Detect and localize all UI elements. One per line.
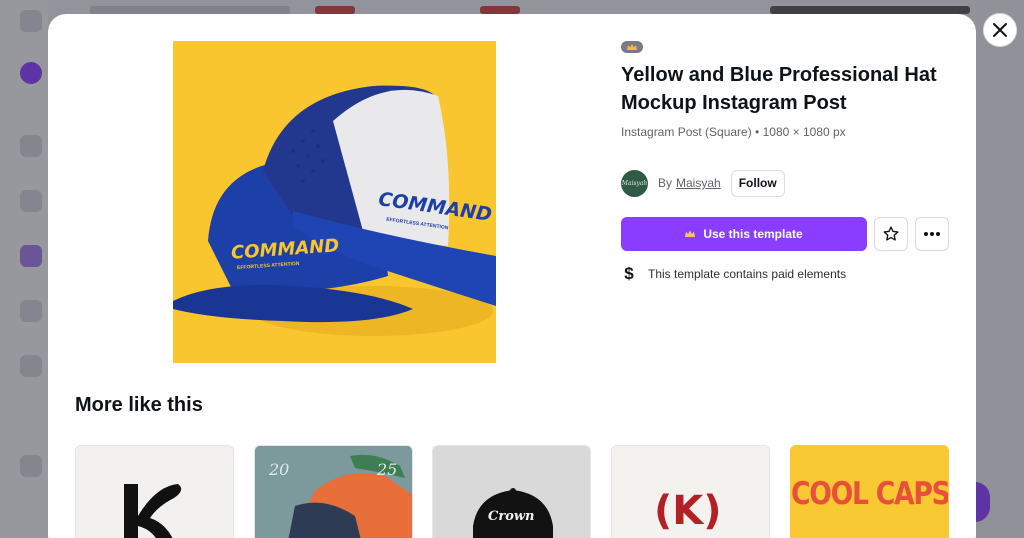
- crown-icon: [685, 230, 696, 238]
- star-icon: [883, 226, 899, 241]
- template-title: Yellow and Blue Professional Hat Mockup …: [621, 64, 937, 114]
- paid-elements-notice: $ This template contains paid elements: [621, 264, 846, 284]
- author-row: Maisyah By Maisyah Follow: [621, 169, 785, 197]
- template-format: Instagram Post (Square) • 1080 × 1080 px: [621, 125, 846, 139]
- cool-caps-text: COOL CAPS: [791, 476, 949, 512]
- use-template-button[interactable]: Use this template: [621, 217, 867, 251]
- more-like-this-heading: More like this: [75, 394, 203, 416]
- close-modal-button[interactable]: [983, 13, 1017, 47]
- follow-button[interactable]: Follow: [730, 169, 785, 197]
- by-label: By: [658, 176, 673, 190]
- more-icon: [924, 232, 940, 236]
- year-text-right: 25: [377, 460, 398, 479]
- author-link[interactable]: Maisyah: [676, 176, 721, 190]
- dollar-icon: $: [624, 264, 634, 283]
- paid-elements-text: This template contains paid elements: [648, 267, 847, 281]
- use-template-label: Use this template: [703, 227, 803, 241]
- related-template-5[interactable]: COOL CAPS: [790, 445, 949, 538]
- pro-badge: [621, 41, 643, 53]
- related-template-3[interactable]: Crown: [432, 445, 591, 538]
- star-button[interactable]: [874, 217, 908, 251]
- year-text-left: 20: [269, 460, 290, 479]
- related-template-1[interactable]: [75, 445, 234, 538]
- black-cap-graphic: [473, 488, 553, 538]
- letter-k-graphic: [124, 484, 182, 538]
- template-preview-image: COMMAND EFFORTLESS ATTENTION COMMAND EFF…: [173, 41, 496, 363]
- red-k-text: (K): [654, 488, 722, 534]
- author-avatar[interactable]: Maisyah: [621, 169, 648, 197]
- related-template-2[interactable]: 20 25: [254, 445, 413, 538]
- more-options-button[interactable]: [915, 217, 949, 251]
- close-icon: [993, 23, 1007, 37]
- template-modal: COMMAND EFFORTLESS ATTENTION COMMAND EFF…: [48, 14, 976, 538]
- crown-icon: [627, 43, 637, 50]
- related-template-4[interactable]: (K): [611, 445, 770, 538]
- crown-cap-text: Crown: [488, 509, 535, 524]
